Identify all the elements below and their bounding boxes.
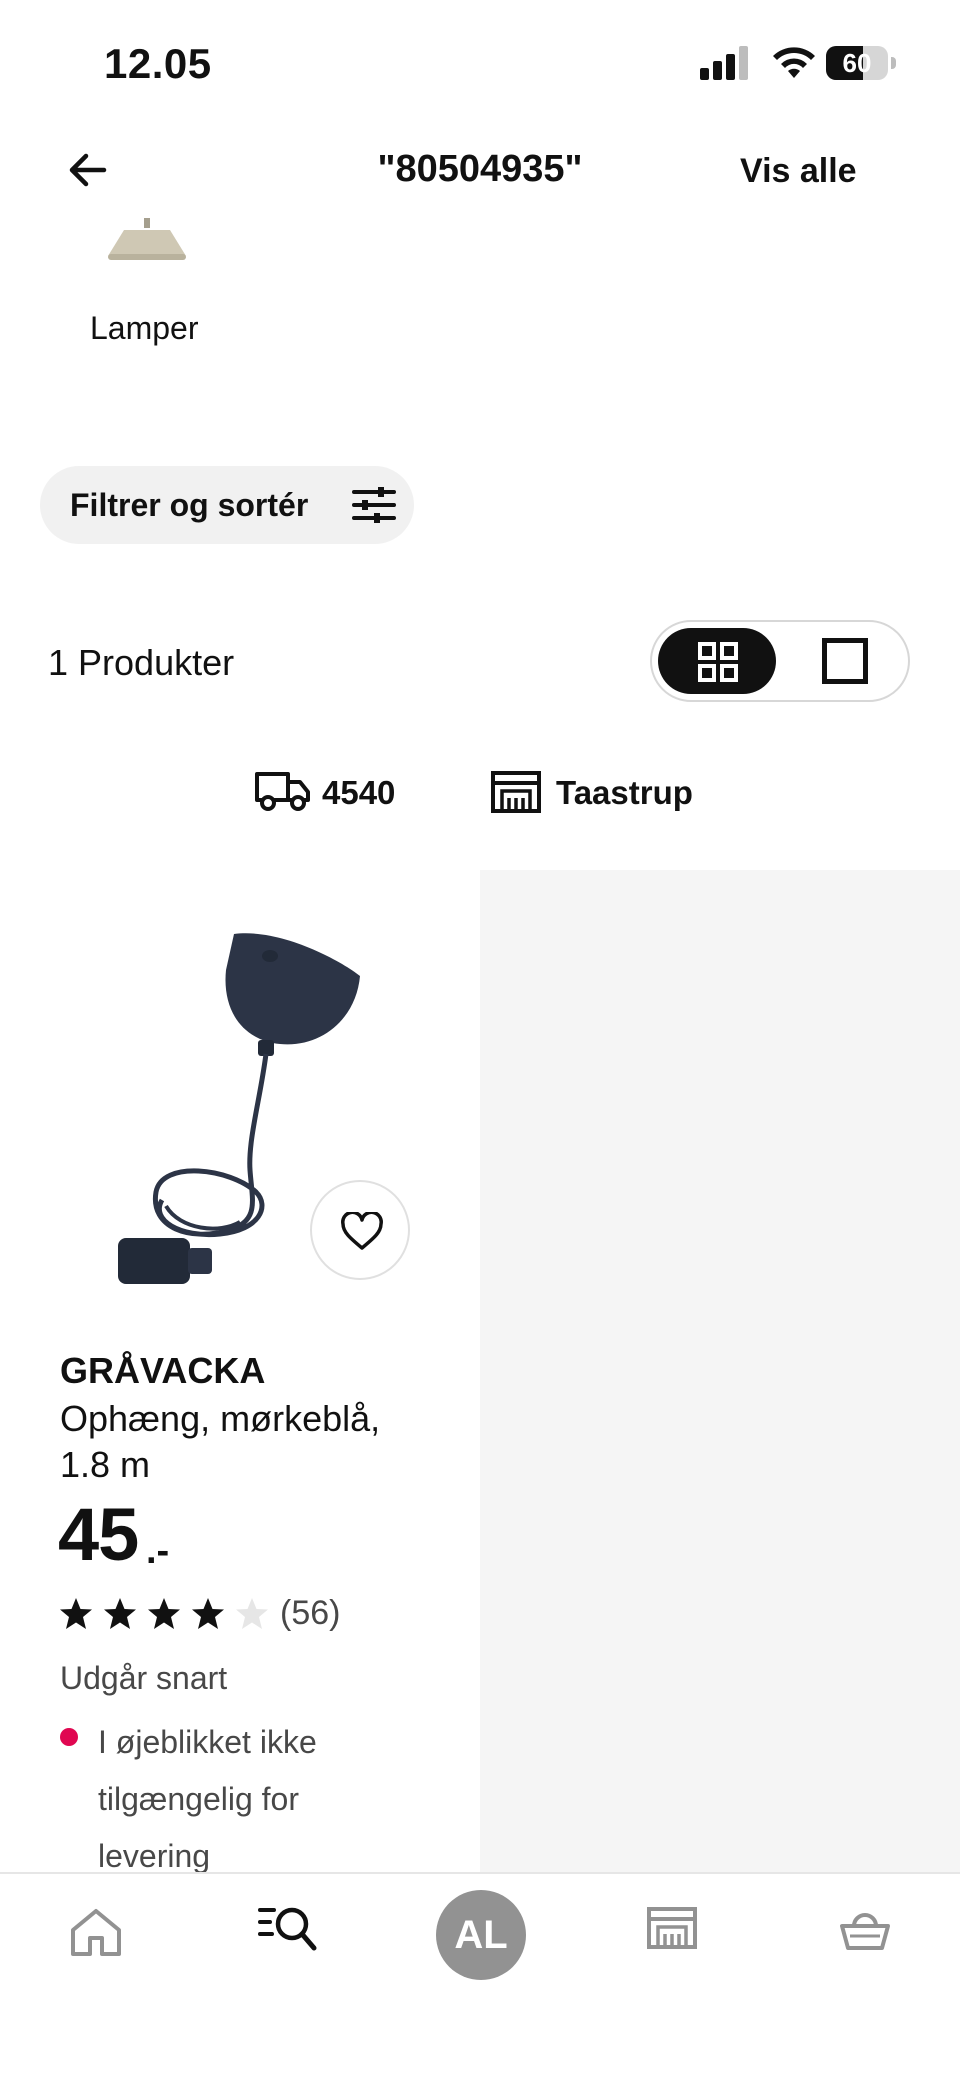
basket-icon[interactable] [838,1904,892,1954]
delivery-postal-code[interactable]: 4540 [322,774,395,812]
price-suffix: .- [146,1530,170,1572]
product-description[interactable]: Ophæng, mørkeblå, 1.8 m [60,1396,440,1488]
product-name[interactable]: GRÅVACKA [60,1350,265,1392]
store-nav-icon[interactable] [646,1906,698,1950]
grid-view-button[interactable] [658,628,776,694]
star-filled-icon [192,1598,224,1629]
star-filled-icon [60,1598,92,1629]
back-arrow-icon[interactable] [64,146,112,194]
store-icon[interactable] [490,770,542,814]
empty-grid-cell [480,870,960,1874]
availability-text: I øjeblikket ikke tilgængelig for leveri… [98,1724,317,1874]
product-price: 45 [58,1493,139,1576]
avatar[interactable]: AL [436,1890,526,1980]
star-empty-icon [236,1598,268,1629]
filter-sliders-icon [352,487,396,523]
review-count[interactable]: (56) [280,1594,340,1633]
status-time: 12.05 [104,40,212,87]
filter-sort-button[interactable]: Filtrer og sortér [40,466,414,544]
product-status: Udgår snart [60,1660,228,1696]
lamp-category-image[interactable] [104,218,190,268]
category-label[interactable]: Lamper [90,310,199,347]
battery-level: 60 [842,48,872,78]
availability-dot [60,1728,78,1746]
page-title: "80504935" [377,148,583,190]
delivery-truck-icon[interactable] [254,770,312,812]
home-icon[interactable] [68,1906,124,1958]
add-to-favorites-button[interactable] [310,1180,410,1280]
single-view-icon[interactable] [822,638,868,684]
view-toggle[interactable] [650,620,910,702]
store-name[interactable]: Taastrup [556,774,693,812]
battery-icon: 60 [826,46,898,80]
search-icon[interactable] [258,1904,318,1954]
show-all-link[interactable]: Vis alle [740,152,857,191]
star-filled-icon [104,1598,136,1629]
wifi-icon [773,47,815,78]
results-count: 1 Produkter [48,642,235,683]
heart-icon [341,1212,383,1250]
star-filled-icon [148,1598,180,1629]
filter-sort-label: Filtrer og sortér [70,486,309,523]
cellular-signal-icon [700,46,748,80]
rating-stars[interactable] [58,1596,270,1632]
grid-view-icon [698,642,738,682]
